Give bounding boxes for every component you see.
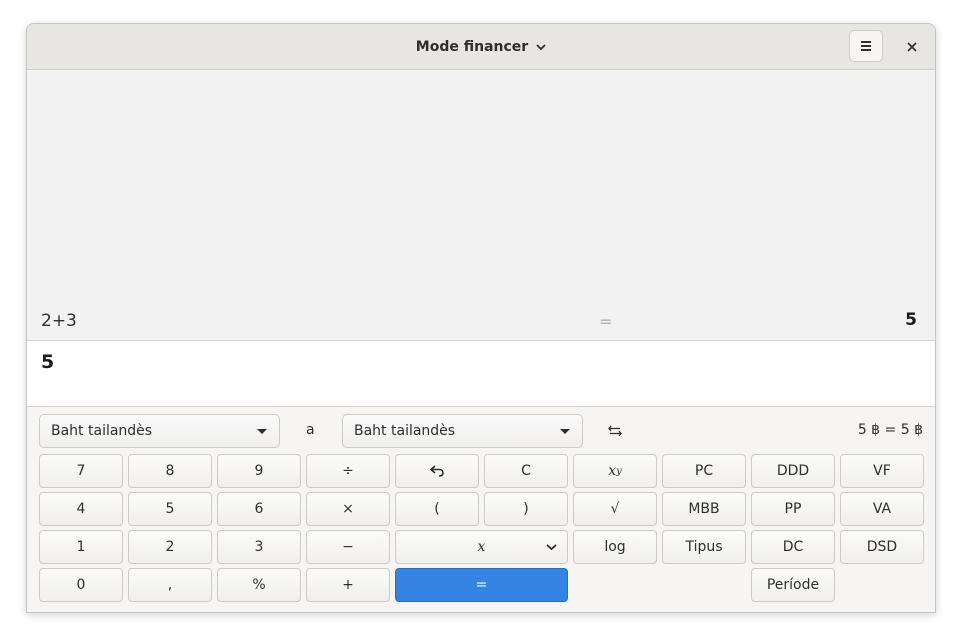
key-sqrt[interactable]: √	[573, 492, 657, 526]
key-vf[interactable]: VF	[840, 454, 924, 488]
display-value: 5	[41, 351, 55, 373]
from-currency-label: Baht tailandès	[51, 423, 153, 439]
variable-label: x	[477, 539, 486, 555]
exchange-rate-text: 5 ฿ = 5 ฿	[857, 422, 923, 438]
key-plus[interactable]: +	[306, 568, 390, 602]
chevron-down-icon	[536, 44, 546, 51]
mode-selector[interactable]: Mode financer	[27, 24, 935, 70]
history-view: 2+3 = 5	[27, 71, 935, 340]
key-decimal[interactable]: ,	[128, 568, 212, 602]
power-base-label: x	[608, 463, 617, 479]
power-exponent-label: y	[616, 465, 622, 477]
close-icon	[907, 42, 917, 52]
key-7[interactable]: 7	[39, 454, 123, 488]
swap-currencies-button[interactable]	[603, 420, 627, 442]
main-menu-button[interactable]	[849, 30, 883, 62]
key-6[interactable]: 6	[217, 492, 301, 526]
conversion-connector: a	[306, 422, 315, 438]
dropdown-arrow-icon	[560, 429, 570, 434]
dropdown-arrow-icon	[257, 429, 267, 434]
key-tipus[interactable]: Tipus	[662, 530, 746, 564]
key-periode[interactable]: Període	[751, 568, 835, 602]
to-currency-dropdown[interactable]: Baht tailandès	[342, 414, 583, 448]
key-equals[interactable]: =	[395, 568, 568, 602]
swap-arrows-icon	[608, 425, 622, 437]
header-bar: Mode financer	[27, 24, 935, 70]
key-pp[interactable]: PP	[751, 492, 835, 526]
key-dc[interactable]: DC	[751, 530, 835, 564]
from-currency-dropdown[interactable]: Baht tailandès	[39, 414, 280, 448]
key-dsd[interactable]: DSD	[840, 530, 924, 564]
mode-title: Mode financer	[415, 39, 529, 55]
key-mbb[interactable]: MBB	[662, 492, 746, 526]
variable-dropdown-button[interactable]: x	[395, 530, 568, 564]
history-result[interactable]: 5	[905, 310, 917, 330]
to-currency-label: Baht tailandès	[354, 423, 456, 439]
key-8[interactable]: 8	[128, 454, 212, 488]
key-2[interactable]: 2	[128, 530, 212, 564]
key-3[interactable]: 3	[217, 530, 301, 564]
key-percent[interactable]: %	[217, 568, 301, 602]
hamburger-menu-icon	[861, 41, 871, 51]
history-equals-sign: =	[599, 312, 613, 331]
key-4[interactable]: 4	[39, 492, 123, 526]
key-5[interactable]: 5	[128, 492, 212, 526]
key-ddd[interactable]: DDD	[751, 454, 835, 488]
key-minus[interactable]: −	[306, 530, 390, 564]
undo-button[interactable]	[395, 454, 479, 488]
key-divide[interactable]: ÷	[306, 454, 390, 488]
history-expression[interactable]: 2+3	[41, 311, 77, 331]
key-open-paren[interactable]: (	[395, 492, 479, 526]
key-pc[interactable]: PC	[662, 454, 746, 488]
calculator-window: Mode financer 2+3 = 5 5 Baht tailandès a…	[26, 23, 936, 613]
close-button[interactable]	[897, 32, 927, 62]
undo-icon	[430, 465, 444, 477]
key-1[interactable]: 1	[39, 530, 123, 564]
key-log[interactable]: log	[573, 530, 657, 564]
chevron-down-icon	[546, 544, 557, 551]
key-clear[interactable]: C	[484, 454, 568, 488]
key-va[interactable]: VA	[840, 492, 924, 526]
key-9[interactable]: 9	[217, 454, 301, 488]
key-0[interactable]: 0	[39, 568, 123, 602]
key-power[interactable]: xy	[573, 454, 657, 488]
key-close-paren[interactable]: )	[484, 492, 568, 526]
display-entry[interactable]: 5	[27, 340, 935, 407]
key-multiply[interactable]: ×	[306, 492, 390, 526]
